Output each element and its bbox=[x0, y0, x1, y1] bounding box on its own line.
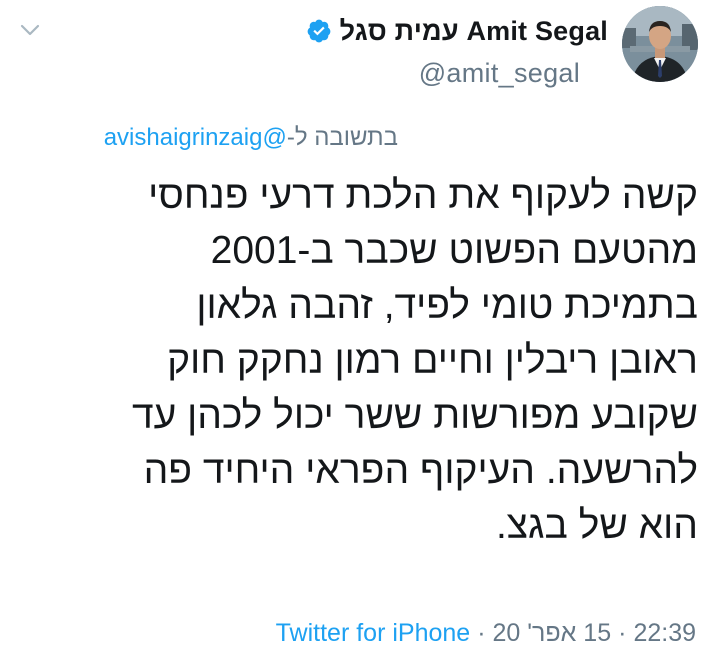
reply-context: בתשובה ל- @avishaigrinzaig bbox=[104, 124, 398, 152]
display-name[interactable]: Amit Segal עמית סגל bbox=[340, 16, 608, 47]
tweet-text: קשה לעקוף את הלכת דרעי פנחסי מהטעם הפשוט… bbox=[38, 168, 698, 553]
author-name-row[interactable]: Amit Segal עמית סגל bbox=[306, 14, 608, 48]
tweet-text-line: קשה לעקוף את הלכת דרעי פנחסי bbox=[148, 174, 698, 217]
tweet-time[interactable]: 22:39 bbox=[633, 619, 696, 648]
chevron-down-icon[interactable] bbox=[20, 22, 40, 38]
tweet-metadata: 22:39 · 15 אפר' 20 · Twitter for iPhone bbox=[276, 619, 696, 648]
avatar[interactable] bbox=[622, 6, 698, 82]
reply-prefix: בתשובה ל- bbox=[286, 124, 398, 151]
tweet-card: Amit Segal עמית סגל @amit_segal בתשובה ל… bbox=[0, 0, 720, 668]
tweet-text-line: הוא של בגצ. bbox=[495, 504, 698, 547]
tweet-text-line: ראובן ריבלין וחיים רמון נחקק חוק bbox=[167, 339, 698, 382]
tweet-text-line: מהטעם הפשוט שכבר ב-2001 bbox=[210, 229, 698, 272]
reply-to-link[interactable]: @avishaigrinzaig bbox=[104, 124, 287, 152]
profile-photo bbox=[622, 6, 698, 82]
separator: · bbox=[477, 619, 486, 647]
tweet-text-line: שקובע מפורשות ששר יכול לכהן עד bbox=[131, 394, 698, 437]
source-link[interactable]: Twitter for iPhone bbox=[276, 619, 471, 648]
tweet-text-line: בתמיכת טומי לפיד, זהבה גלאון bbox=[196, 284, 698, 327]
tweet-date[interactable]: 15 אפר' 20 bbox=[493, 619, 612, 648]
verified-badge-icon bbox=[307, 19, 331, 43]
tweet-text-line: להרשעה. העיקוף הפראי היחיד פה bbox=[143, 449, 698, 492]
author-handle[interactable]: @amit_segal bbox=[419, 58, 580, 89]
separator: · bbox=[618, 619, 627, 647]
